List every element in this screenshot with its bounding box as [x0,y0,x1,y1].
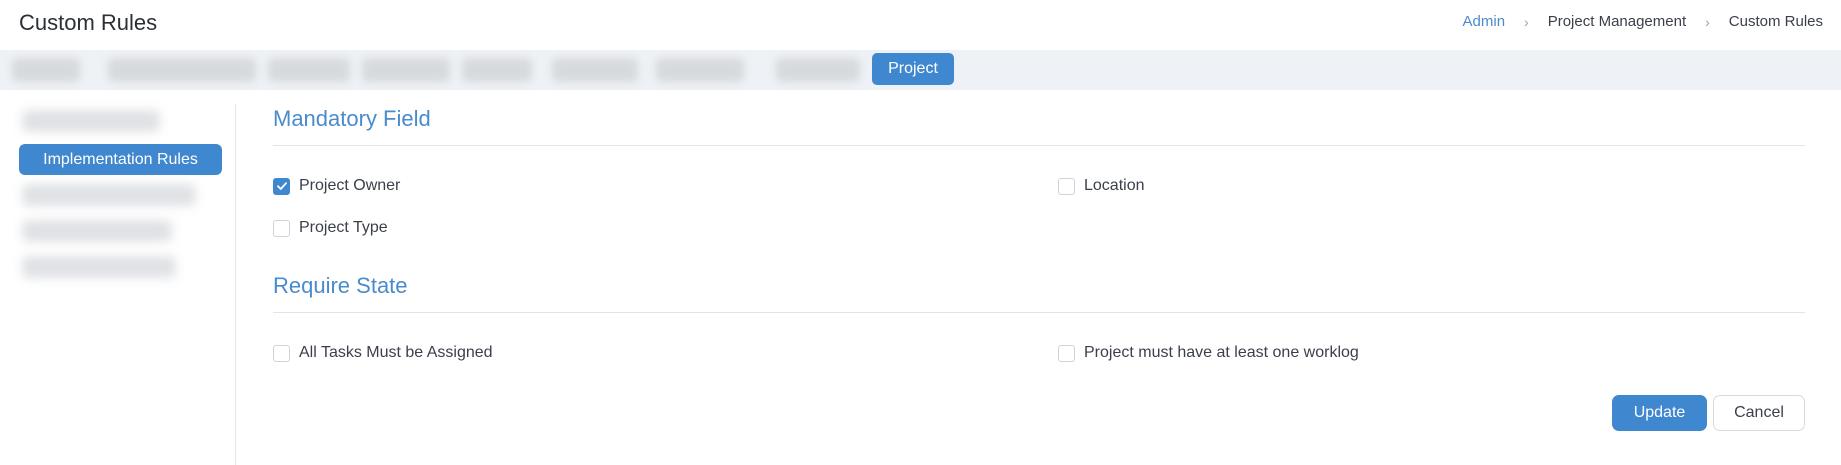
checkbox-box[interactable] [273,219,290,237]
checkbox-box[interactable] [1058,177,1075,195]
checkbox-label: Location [1084,177,1145,194]
blurred-tab[interactable] [12,58,80,82]
breadcrumb-current: Custom Rules [1728,13,1823,30]
checkbox-label: Project must have at least one worklog [1084,344,1359,361]
blurred-tab[interactable] [362,58,450,82]
checkbox-box[interactable] [1058,344,1075,362]
update-button[interactable]: Update [1612,395,1707,431]
checkbox-project-owner[interactable]: Project Owner [273,177,400,195]
checkbox-project-type[interactable]: Project Type [273,219,388,237]
page-title: Custom Rules [19,10,158,35]
checkbox-label: Project Type [299,219,388,236]
blurred-tab[interactable] [108,58,256,82]
page-header: Custom Rules Admin › Project Management … [0,0,1841,48]
cancel-button[interactable]: Cancel [1713,395,1805,431]
divider [273,145,1805,146]
breadcrumb: Admin › Project Management › Custom Rule… [1463,13,1823,30]
blurred-tab[interactable] [656,58,744,82]
blurred-sidebar-item[interactable] [22,184,196,206]
checkbox-box[interactable] [273,177,290,195]
blurred-tab[interactable] [552,58,638,82]
blurred-tab[interactable] [462,58,532,82]
checkbox-location[interactable]: Location [1058,177,1145,195]
chevron-right-icon: › [1524,13,1529,30]
blurred-tab[interactable] [268,58,350,82]
check-icon [276,182,287,190]
sidebar: Implementation Rules [0,104,236,465]
checkbox-label: All Tasks Must be Assigned [299,344,493,361]
sidebar-item-implementation-rules[interactable]: Implementation Rules [19,144,222,175]
blurred-sidebar-item[interactable] [22,110,160,132]
section-title-require-state: Require State [273,273,408,298]
chevron-right-icon: › [1705,13,1710,30]
checkbox-all-tasks-assigned[interactable]: All Tasks Must be Assigned [273,344,493,362]
section-title-mandatory: Mandatory Field [273,106,431,131]
divider [273,312,1805,313]
checkbox-label: Project Owner [299,177,401,194]
blurred-tab[interactable] [776,58,860,82]
breadcrumb-project-management: Project Management [1547,13,1687,30]
breadcrumb-admin[interactable]: Admin [1463,13,1506,30]
checkbox-worklog-required[interactable]: Project must have at least one worklog [1058,344,1359,362]
blurred-sidebar-item[interactable] [22,256,176,278]
tab-project[interactable]: Project [872,53,954,85]
checkbox-box[interactable] [273,344,290,362]
blurred-sidebar-item[interactable] [22,220,172,242]
